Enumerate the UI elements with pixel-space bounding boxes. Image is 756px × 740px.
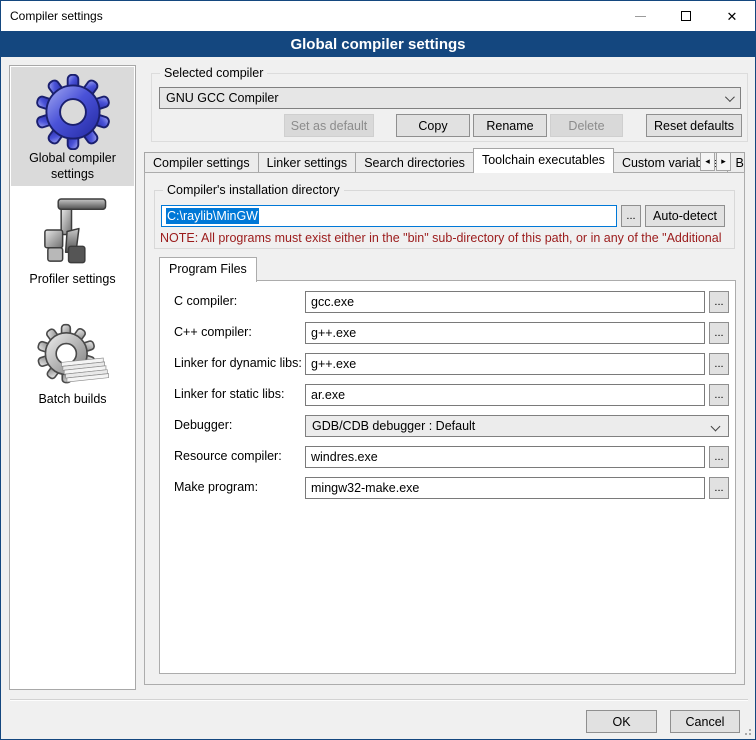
rename-button[interactable]: Rename [473, 114, 547, 137]
gray-gear-stack-icon [11, 318, 134, 392]
sidebar-item-label: Global compiler settings [11, 151, 134, 182]
selected-compiler-value: GNU GCC Compiler [166, 91, 279, 105]
set-as-default-button[interactable]: Set as default [284, 114, 374, 137]
scroll-right-icon: ▸ [721, 156, 726, 167]
make-program-browse-button[interactable]: ... [709, 477, 729, 499]
sidebar-item-label: Profiler settings [11, 272, 134, 288]
reset-defaults-button[interactable]: Reset defaults [646, 114, 742, 137]
make-program-input[interactable] [305, 477, 705, 499]
caption-buttons: ✕ [617, 1, 755, 31]
tab-linker-settings[interactable]: Linker settings [259, 152, 357, 173]
program-files-panel: C compiler: ... C++ compiler: ... Linker… [159, 280, 736, 674]
settings-sidebar: Global compiler settings [9, 65, 136, 690]
sidebar-item-batch-builds[interactable]: Batch builds [11, 318, 134, 414]
cancel-button[interactable]: Cancel [670, 710, 740, 733]
make-program-label: Make program: [174, 480, 258, 494]
window-title: Compiler settings [10, 9, 103, 23]
install-dir-input[interactable]: C:\raylib\MinGW [161, 205, 617, 227]
resource-compiler-browse-button[interactable]: ... [709, 446, 729, 468]
settings-tabbar: Compiler settings Linker settings Search… [144, 150, 745, 173]
debugger-value: GDB/CDB debugger : Default [312, 419, 475, 433]
cpp-compiler-browse-button[interactable]: ... [709, 322, 729, 344]
copy-button[interactable]: Copy [396, 114, 470, 137]
caliper-icon [11, 190, 134, 272]
title-bar: Compiler settings ✕ [1, 1, 755, 31]
sidebar-item-global-compiler-settings[interactable]: Global compiler settings [11, 67, 134, 186]
delete-button[interactable]: Delete [550, 114, 623, 137]
minimize-icon [635, 16, 646, 17]
tab-search-directories[interactable]: Search directories [356, 152, 474, 173]
linker-dynamic-label: Linker for dynamic libs: [174, 356, 302, 370]
subtab-program-files[interactable]: Program Files [159, 257, 257, 282]
resource-compiler-input[interactable] [305, 446, 705, 468]
dialog-banner: Global compiler settings [1, 31, 755, 57]
linker-dynamic-browse-button[interactable]: ... [709, 353, 729, 375]
close-icon: ✕ [727, 10, 738, 23]
resize-grip[interactable] [741, 725, 751, 735]
sidebar-item-label: Batch builds [11, 392, 134, 408]
debugger-dropdown[interactable]: GDB/CDB debugger : Default [305, 415, 729, 437]
linker-static-browse-button[interactable]: ... [709, 384, 729, 406]
install-dir-group-label: Compiler's installation directory [163, 183, 344, 197]
selected-compiler-group-label: Selected compiler [160, 66, 267, 80]
c-compiler-input[interactable] [305, 291, 705, 313]
maximize-button[interactable] [663, 1, 709, 31]
install-dir-browse-button[interactable]: ... [621, 205, 641, 227]
tab-toolchain-executables[interactable]: Toolchain executables [473, 148, 614, 173]
ok-button[interactable]: OK [586, 710, 657, 733]
chevron-down-icon [711, 422, 721, 432]
c-compiler-browse-button[interactable]: ... [709, 291, 729, 313]
close-button[interactable]: ✕ [709, 1, 755, 31]
install-dir-selected-text: C:\raylib\MinGW [166, 208, 259, 224]
compiler-settings-dialog: Compiler settings ✕ Global compiler sett… [0, 0, 756, 740]
linker-static-input[interactable] [305, 384, 705, 406]
bin-directory-note: NOTE: All programs must exist either in … [160, 231, 732, 245]
linker-static-label: Linker for static libs: [174, 387, 284, 401]
blue-gear-icon [11, 67, 134, 151]
minimize-button[interactable] [617, 1, 663, 31]
chevron-down-icon [725, 92, 735, 102]
cpp-compiler-input[interactable] [305, 322, 705, 344]
debugger-label: Debugger: [174, 418, 232, 432]
c-compiler-label: C compiler: [174, 294, 237, 308]
maximize-icon [681, 11, 691, 21]
tab-scroll-left-button[interactable]: ◂ [700, 152, 715, 171]
cpp-compiler-label: C++ compiler: [174, 325, 252, 339]
linker-dynamic-input[interactable] [305, 353, 705, 375]
tab-compiler-settings[interactable]: Compiler settings [144, 152, 259, 173]
tab-scroll-right-button[interactable]: ▸ [716, 152, 731, 171]
scroll-left-icon: ◂ [705, 156, 710, 167]
footer-divider [10, 699, 748, 701]
sidebar-item-profiler-settings[interactable]: Profiler settings [11, 190, 134, 290]
auto-detect-button[interactable]: Auto-detect [645, 205, 725, 227]
resource-compiler-label: Resource compiler: [174, 449, 282, 463]
selected-compiler-dropdown[interactable]: GNU GCC Compiler [159, 87, 741, 109]
